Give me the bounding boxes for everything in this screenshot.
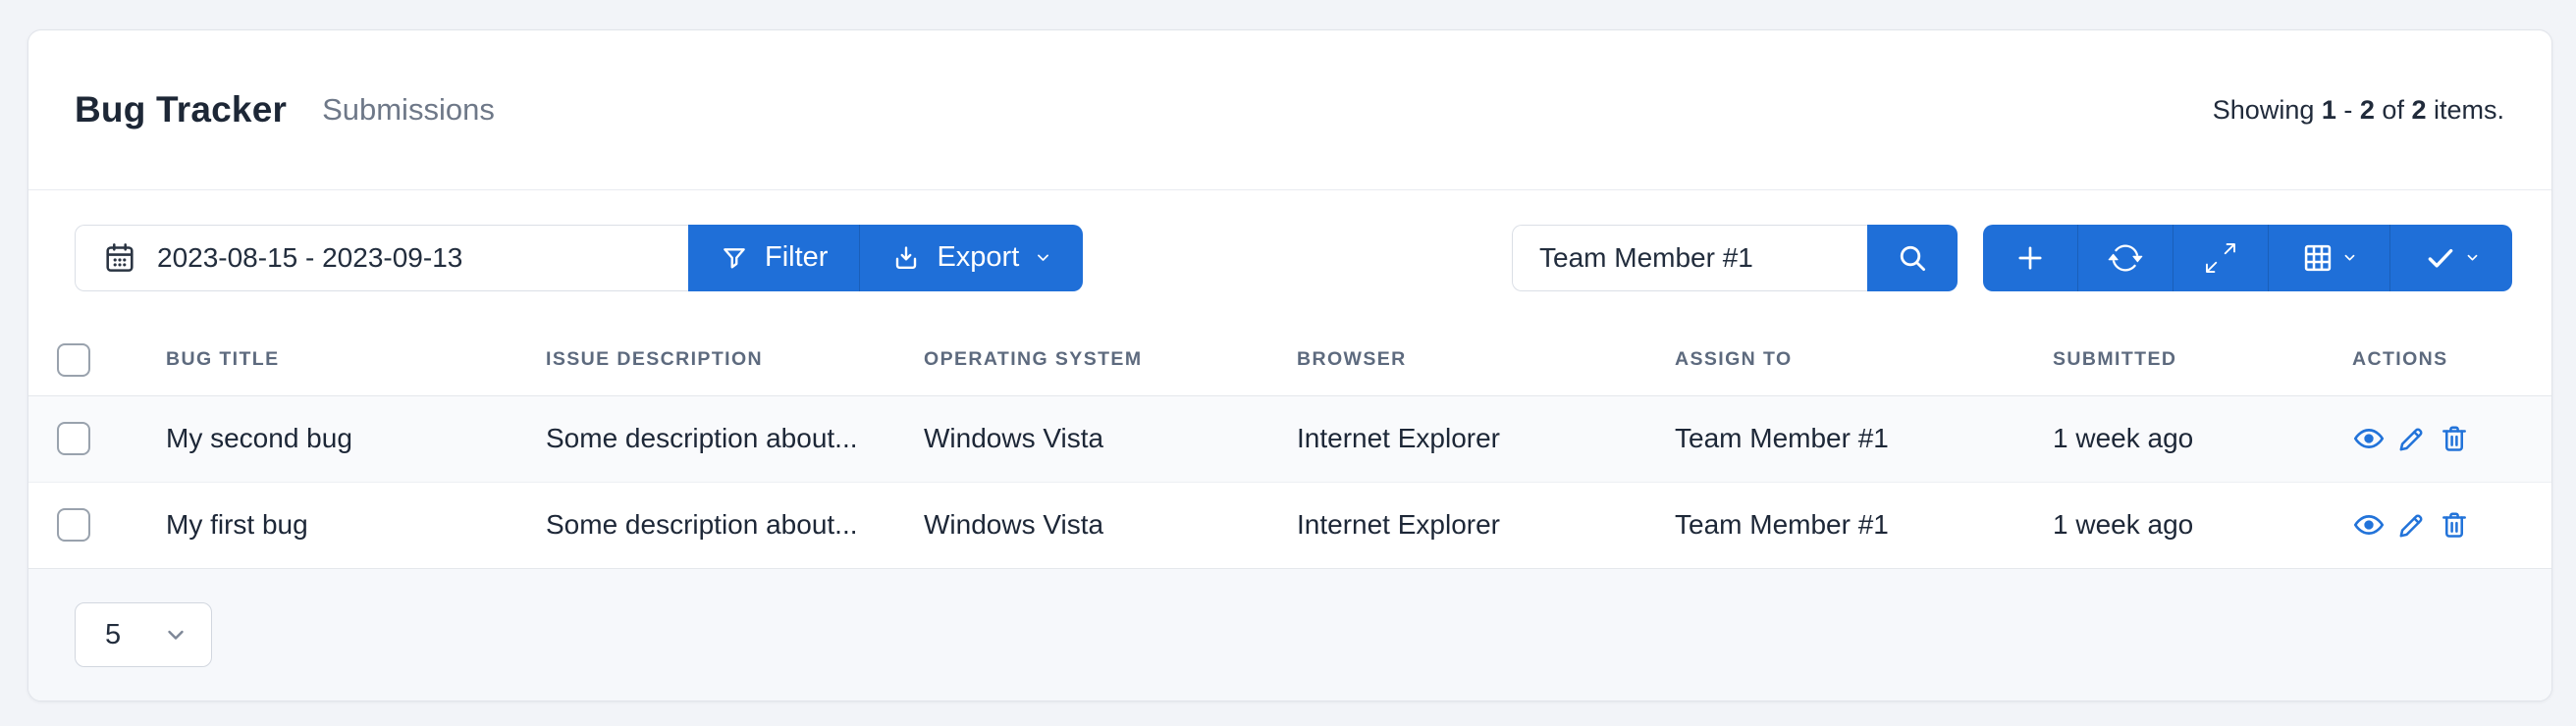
- cell-bug-title: My first bug: [166, 509, 308, 541]
- cell-operating-system: Windows Vista: [924, 509, 1104, 541]
- refresh-button[interactable]: [2078, 224, 2174, 291]
- page-size-value: 5: [105, 618, 122, 650]
- cell-issue-description: Some description about...: [518, 395, 896, 483]
- summary-range-start: 1: [2321, 94, 2336, 125]
- row-checkbox[interactable]: [57, 508, 90, 543]
- date-range-value: 2023-08-15 - 2023-09-13: [157, 241, 463, 273]
- cell-browser: Internet Explorer: [1269, 395, 1647, 483]
- edit-pencil-icon[interactable]: [2396, 509, 2428, 541]
- filter-button[interactable]: Filter: [688, 224, 860, 291]
- filter-funnel-icon: [720, 243, 749, 273]
- chevron-down-icon: [1035, 249, 1051, 266]
- summary-separator: -: [2335, 94, 2360, 125]
- refresh-icon: [2108, 240, 2143, 276]
- expand-icon: [2206, 242, 2235, 273]
- check-icon: [2424, 241, 2457, 275]
- cell-bug-title: My second bug: [138, 395, 518, 483]
- plus-icon: [2013, 241, 2047, 275]
- page-size-select[interactable]: 5: [75, 602, 212, 667]
- cell-submitted: 1 week ago: [2053, 509, 2194, 541]
- cell-assign-to: Team Member #1: [1647, 395, 2025, 483]
- calendar-icon: [102, 240, 137, 276]
- view-eye-icon[interactable]: [2352, 508, 2386, 542]
- column-header-bug-title: BUG TITLE: [138, 325, 518, 396]
- submissions-table: BUG TITLE ISSUE DESCRIPTION OPERATING SY…: [28, 325, 2551, 568]
- filter-button-label: Filter: [765, 241, 829, 273]
- add-button[interactable]: [1983, 224, 2078, 291]
- grid-columns-icon: [2301, 241, 2334, 275]
- cell-operating-system: Windows Vista: [896, 395, 1269, 483]
- column-header-operating-system: OPERATING SYSTEM: [896, 325, 1269, 396]
- select-all-checkbox[interactable]: [57, 342, 90, 377]
- delete-trash-icon[interactable]: [2439, 509, 2470, 541]
- chevron-down-icon: [2342, 250, 2357, 265]
- panel-header: Bug Tracker Submissions Showing 1 - 2 of…: [28, 30, 2551, 190]
- export-download-icon: [891, 243, 921, 273]
- table-row: My first bug Some description about... W…: [28, 482, 2551, 568]
- chevron-down-icon: [2465, 250, 2480, 265]
- delete-trash-icon[interactable]: [2439, 423, 2470, 454]
- cell-browser: Internet Explorer: [1297, 509, 1500, 541]
- cell-issue-description: Some description about...: [546, 509, 858, 541]
- grid-actions-group: [1983, 224, 2512, 291]
- summary-of: of: [2374, 94, 2412, 125]
- search-button[interactable]: [1867, 224, 1958, 291]
- row-actions: [2352, 422, 2542, 455]
- panel-footer: 5: [28, 568, 2551, 700]
- row-checkbox[interactable]: [57, 422, 90, 455]
- bug-tracker-panel: Bug Tracker Submissions Showing 1 - 2 of…: [27, 29, 2552, 701]
- row-actions: [2352, 508, 2542, 542]
- table-row: My second bug Some description about... …: [28, 395, 2551, 483]
- search-icon: [1896, 241, 1929, 275]
- cell-assign-to: Team Member #1: [1675, 509, 1889, 541]
- toggle-columns-button[interactable]: [2269, 224, 2390, 291]
- column-header-actions: ACTIONS: [2325, 325, 2551, 396]
- summary-items: items.: [2426, 94, 2504, 125]
- search-group: [1512, 224, 1958, 291]
- summary-total: 2: [2411, 94, 2427, 125]
- table-header-row: BUG TITLE ISSUE DESCRIPTION OPERATING SY…: [28, 325, 2551, 396]
- export-button[interactable]: Export: [859, 224, 1084, 291]
- page-title: Bug Tracker: [75, 89, 288, 130]
- column-header-issue-description: ISSUE DESCRIPTION: [518, 325, 896, 396]
- chevron-down-icon: [164, 623, 188, 647]
- results-summary: Showing 1 - 2 of 2 items.: [2213, 95, 2504, 126]
- toolbar: 2023-08-15 - 2023-09-13 Filter Export Te…: [28, 190, 2551, 325]
- fullscreen-button[interactable]: [2174, 224, 2269, 291]
- column-header-browser: BROWSER: [1269, 325, 1647, 396]
- column-header-assign-to: ASSIGN TO: [1647, 325, 2025, 396]
- view-eye-icon[interactable]: [2352, 422, 2386, 455]
- edit-pencil-icon[interactable]: [2396, 423, 2428, 454]
- summary-range-end: 2: [2359, 94, 2375, 125]
- cell-submitted: 1 week ago: [2025, 395, 2325, 483]
- date-range-input[interactable]: 2023-08-15 - 2023-09-13: [75, 224, 688, 291]
- search-input[interactable]: [1512, 224, 1867, 291]
- filter-group: 2023-08-15 - 2023-09-13 Filter Export: [75, 224, 1084, 291]
- export-button-label: Export: [937, 241, 1020, 273]
- summary-showing: Showing: [2212, 94, 2322, 125]
- bulk-select-button[interactable]: [2390, 224, 2512, 291]
- column-header-submitted: SUBMITTED: [2025, 325, 2325, 396]
- page-subtitle: Submissions: [322, 92, 495, 127]
